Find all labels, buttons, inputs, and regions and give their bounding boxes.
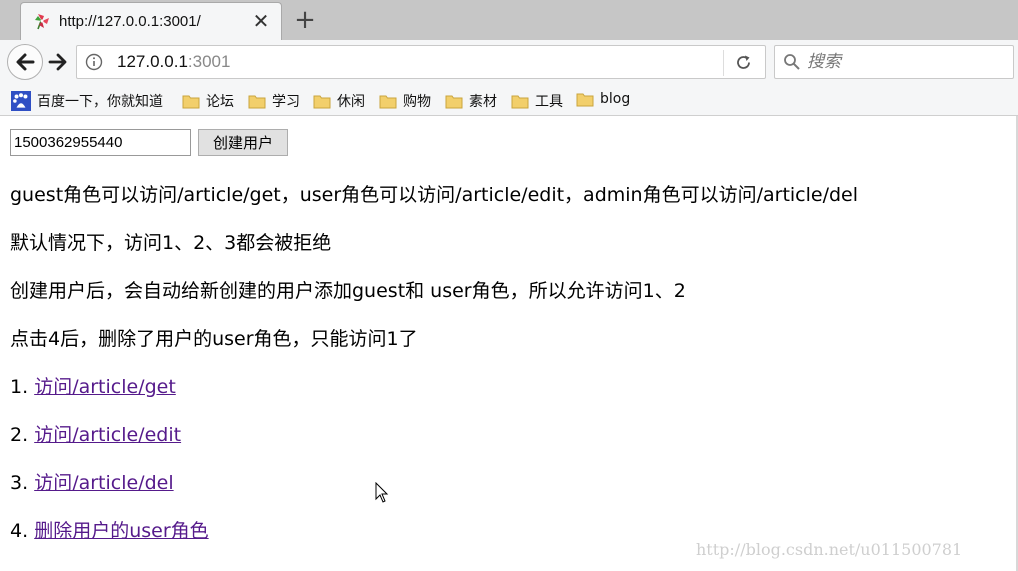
bookmark-label: 学习: [272, 94, 300, 110]
article-edit-link[interactable]: 访问/article/edit: [34, 424, 181, 446]
article-del-link[interactable]: 访问/article/del: [34, 472, 173, 494]
watermark: http://blog.csdn.net/u011500781: [696, 540, 963, 559]
link-item-3: 3. 访问/article/del: [10, 468, 174, 495]
reload-icon[interactable]: [735, 54, 752, 71]
page-content: 创建用户 guest角色可以访问/article/get，user角色可以访问/…: [0, 116, 1018, 571]
browser-tab[interactable]: http://127.0.0.1:3001/ ✕: [20, 2, 282, 40]
description-after-delete: 点击4后，删除了用户的user角色，只能访问1了: [10, 328, 418, 350]
baidu-paw-icon: [11, 91, 31, 111]
folder-icon: [379, 95, 397, 109]
link-item-4: 4. 删除用户的user角色: [10, 516, 209, 543]
description-roles: guest角色可以访问/article/get，user角色可以访问/artic…: [10, 184, 859, 206]
bookmark-label: 素材: [469, 94, 497, 110]
tab-strip: http://127.0.0.1:3001/ ✕ +: [0, 0, 1018, 40]
article-get-link[interactable]: 访问/article/get: [34, 376, 176, 398]
url-host: 127.0.0.1: [117, 52, 188, 71]
bookmark-label: 工具: [535, 94, 563, 110]
description-after-create: 创建用户后，会自动给新创建的用户添加guest和 user角色，所以允许访问1、…: [10, 280, 686, 302]
bookmark-label: blog: [600, 91, 631, 107]
bookmarks-bar: 百度一下，你就知道 论坛 学习 休闲 购物 素材 工具 blog: [0, 86, 1018, 116]
url-port: :3001: [187, 52, 231, 71]
bookmark-baidu[interactable]: 百度一下，你就知道: [11, 91, 163, 111]
tab-title: http://127.0.0.1:3001/: [59, 13, 201, 30]
mouse-cursor-icon: [375, 482, 389, 503]
folder-icon: [248, 95, 266, 109]
link-item-1: 1. 访问/article/get: [10, 372, 176, 399]
folder-icon: [313, 95, 331, 109]
url-text[interactable]: 127.0.0.1:3001: [117, 52, 230, 72]
bookmark-folder-xiuxian[interactable]: 休闲: [313, 91, 365, 111]
search-input[interactable]: [807, 50, 1007, 74]
link-number: 2.: [10, 424, 29, 446]
forward-button[interactable]: [46, 50, 70, 74]
search-bar[interactable]: [774, 45, 1014, 79]
new-tab-button[interactable]: +: [292, 7, 318, 33]
folder-icon: [445, 95, 463, 109]
navigation-bar: 127.0.0.1:3001: [0, 40, 1018, 86]
bookmark-label: 购物: [403, 94, 431, 110]
link-item-2: 2. 访问/article/edit: [10, 420, 181, 447]
description-default: 默认情况下，访问1、2、3都会被拒绝: [10, 232, 332, 254]
folder-icon: [576, 93, 594, 107]
bookmark-folder-blog[interactable]: blog: [576, 91, 630, 111]
bookmark-label: 论坛: [206, 94, 234, 110]
link-number: 3.: [10, 472, 29, 494]
bookmark-label: 休闲: [337, 94, 365, 110]
link-number: 4.: [10, 520, 29, 542]
back-button[interactable]: [7, 44, 43, 80]
search-icon: [784, 54, 800, 70]
folder-icon: [511, 95, 529, 109]
bookmark-label: 百度一下，你就知道: [37, 94, 163, 110]
bookmark-folder-sucai[interactable]: 素材: [445, 91, 497, 111]
link-number: 1.: [10, 376, 29, 398]
user-id-input[interactable]: [10, 129, 191, 156]
bookmark-folder-gouwu[interactable]: 购物: [379, 91, 431, 111]
bookmark-folder-gongju[interactable]: 工具: [511, 91, 563, 111]
bookmark-folder-xuexi[interactable]: 学习: [248, 91, 300, 111]
create-user-button[interactable]: 创建用户: [198, 129, 288, 156]
info-icon[interactable]: [85, 53, 103, 71]
folder-icon: [182, 95, 200, 109]
url-bar[interactable]: 127.0.0.1:3001: [76, 45, 766, 79]
url-divider: [723, 50, 724, 76]
pinwheel-icon: [35, 14, 49, 30]
arrow-left-icon: [16, 53, 35, 71]
bookmark-folder-luntan[interactable]: 论坛: [182, 91, 234, 111]
delete-user-role-link[interactable]: 删除用户的user角色: [34, 520, 208, 542]
close-tab-icon[interactable]: ✕: [251, 11, 271, 31]
